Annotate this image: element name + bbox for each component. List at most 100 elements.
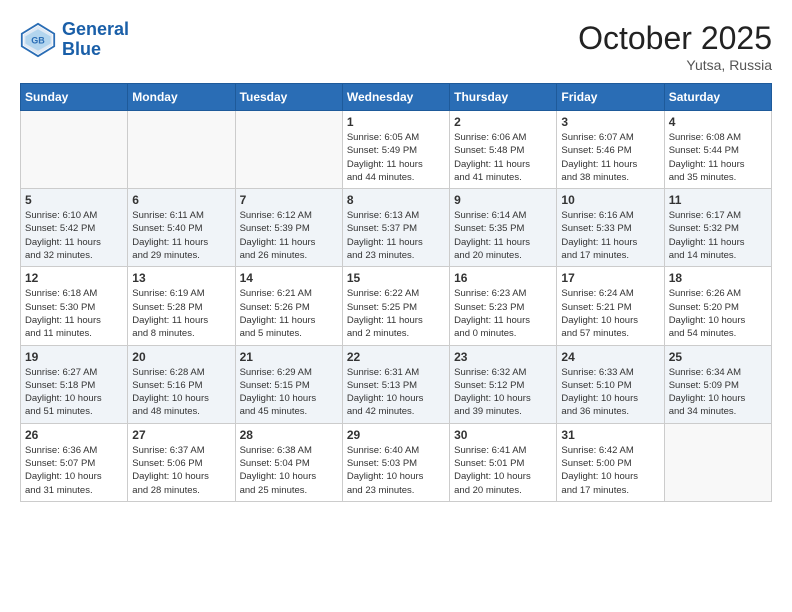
calendar-cell: [21, 111, 128, 189]
calendar-cell: 30Sunrise: 6:41 AM Sunset: 5:01 PM Dayli…: [450, 423, 557, 501]
calendar-cell: 13 Sunrise: 6:19 AM Sunset: 5:28 PM Dayli…: [128, 267, 235, 345]
calendar-cell: 26 Sunrise: 6:36 AM Sunset: 5:07 PM Dayli…: [21, 423, 128, 501]
day-info: Sunrise: 6:17 AM Sunset: 5:32 PM Dayligh…: [669, 209, 767, 262]
calendar-cell: 29 Sunrise: 6:40 AM Sunset: 5:03 PM Dayli…: [342, 423, 449, 501]
calendar-week-row: 12 Sunrise: 6:18 AM Sunset: 5:30 PM Dayli…: [21, 267, 772, 345]
day-number: 2: [454, 115, 552, 129]
calendar-cell: 3 Sunrise: 6:07 AM Sunset: 5:46 PM Daylig…: [557, 111, 664, 189]
calendar-cell: 4 Sunrise: 6:08 AM Sunset: 5:44 PM Daylig…: [664, 111, 771, 189]
weekday-header: Thursday: [450, 84, 557, 111]
calendar-cell: 31 Sunrise: 6:42 AM Sunset: 5:00 PM Dayli…: [557, 423, 664, 501]
calendar-cell: [235, 111, 342, 189]
calendar-cell: 22 Sunrise: 6:31 AM Sunset: 5:13 PM Dayli…: [342, 345, 449, 423]
calendar-cell: 17Sunrise: 6:24 AM Sunset: 5:21 PM Dayli…: [557, 267, 664, 345]
day-number: 25: [669, 350, 767, 364]
day-number: 4: [669, 115, 767, 129]
location: Yutsa, Russia: [578, 57, 772, 73]
weekday-header: Wednesday: [342, 84, 449, 111]
day-number: 19: [25, 350, 123, 364]
logo-icon: GB: [20, 22, 56, 58]
day-info: Sunrise: 6:37 AM Sunset: 5:06 PM Dayligh…: [132, 444, 230, 497]
day-info: Sunrise: 6:22 AM Sunset: 5:25 PM Dayligh…: [347, 287, 445, 340]
calendar-cell: 24 Sunrise: 6:33 AM Sunset: 5:10 PM Dayli…: [557, 345, 664, 423]
day-number: 10: [561, 193, 659, 207]
calendar-cell: 10 Sunrise: 6:16 AM Sunset: 5:33 PM Dayli…: [557, 189, 664, 267]
calendar-cell: 27 Sunrise: 6:37 AM Sunset: 5:06 PM Dayli…: [128, 423, 235, 501]
calendar-cell: 18Sunrise: 6:26 AM Sunset: 5:20 PM Dayli…: [664, 267, 771, 345]
day-info: Sunrise: 6:42 AM Sunset: 5:00 PM Dayligh…: [561, 444, 659, 497]
day-number: 6: [132, 193, 230, 207]
day-number: 1: [347, 115, 445, 129]
day-info: Sunrise: 6:11 AM Sunset: 5:40 PM Dayligh…: [132, 209, 230, 262]
day-info: Sunrise: 6:29 AM Sunset: 5:15 PM Dayligh…: [240, 366, 338, 419]
day-info: Sunrise: 6:14 AM Sunset: 5:35 PM Dayligh…: [454, 209, 552, 262]
day-number: 5: [25, 193, 123, 207]
calendar-week-row: 5 Sunrise: 6:10 AM Sunset: 5:42 PM Daylig…: [21, 189, 772, 267]
day-number: 29: [347, 428, 445, 442]
day-info: Sunrise: 6:19 AM Sunset: 5:28 PM Dayligh…: [132, 287, 230, 340]
calendar-cell: 15 Sunrise: 6:22 AM Sunset: 5:25 PM Dayli…: [342, 267, 449, 345]
day-info: Sunrise: 6:32 AM Sunset: 5:12 PM Dayligh…: [454, 366, 552, 419]
day-info: Sunrise: 6:36 AM Sunset: 5:07 PM Dayligh…: [25, 444, 123, 497]
day-number: 24: [561, 350, 659, 364]
day-number: 22: [347, 350, 445, 364]
logo-line1: General: [62, 19, 129, 39]
day-info: Sunrise: 6:08 AM Sunset: 5:44 PM Dayligh…: [669, 131, 767, 184]
day-number: 26: [25, 428, 123, 442]
calendar-cell: 11 Sunrise: 6:17 AM Sunset: 5:32 PM Dayli…: [664, 189, 771, 267]
day-info: Sunrise: 6:05 AM Sunset: 5:49 PM Dayligh…: [347, 131, 445, 184]
day-info: Sunrise: 6:16 AM Sunset: 5:33 PM Dayligh…: [561, 209, 659, 262]
calendar-cell: 19 Sunrise: 6:27 AM Sunset: 5:18 PM Dayli…: [21, 345, 128, 423]
day-info: Sunrise: 6:26 AM Sunset: 5:20 PM Dayligh…: [669, 287, 767, 340]
day-number: 11: [669, 193, 767, 207]
day-info: Sunrise: 6:23 AM Sunset: 5:23 PM Dayligh…: [454, 287, 552, 340]
logo-text: General Blue: [62, 20, 129, 60]
calendar-cell: 16Sunrise: 6:23 AM Sunset: 5:23 PM Dayli…: [450, 267, 557, 345]
calendar-table: SundayMondayTuesdayWednesdayThursdayFrid…: [20, 83, 772, 502]
logo-line2: Blue: [62, 39, 101, 59]
day-number: 14: [240, 271, 338, 285]
day-number: 7: [240, 193, 338, 207]
day-info: Sunrise: 6:33 AM Sunset: 5:10 PM Dayligh…: [561, 366, 659, 419]
day-number: 9: [454, 193, 552, 207]
calendar-cell: 8 Sunrise: 6:13 AM Sunset: 5:37 PM Daylig…: [342, 189, 449, 267]
calendar-cell: 21Sunrise: 6:29 AM Sunset: 5:15 PM Dayli…: [235, 345, 342, 423]
day-info: Sunrise: 6:13 AM Sunset: 5:37 PM Dayligh…: [347, 209, 445, 262]
weekday-header: Saturday: [664, 84, 771, 111]
calendar-cell: 9 Sunrise: 6:14 AM Sunset: 5:35 PM Daylig…: [450, 189, 557, 267]
page-header: GB General Blue October 2025 Yutsa, Russ…: [20, 20, 772, 73]
day-number: 3: [561, 115, 659, 129]
day-info: Sunrise: 6:12 AM Sunset: 5:39 PM Dayligh…: [240, 209, 338, 262]
day-info: Sunrise: 6:40 AM Sunset: 5:03 PM Dayligh…: [347, 444, 445, 497]
day-info: Sunrise: 6:24 AM Sunset: 5:21 PM Dayligh…: [561, 287, 659, 340]
day-number: 12: [25, 271, 123, 285]
day-number: 23: [454, 350, 552, 364]
calendar-header-row: SundayMondayTuesdayWednesdayThursdayFrid…: [21, 84, 772, 111]
day-info: Sunrise: 6:34 AM Sunset: 5:09 PM Dayligh…: [669, 366, 767, 419]
day-info: Sunrise: 6:06 AM Sunset: 5:48 PM Dayligh…: [454, 131, 552, 184]
weekday-header: Tuesday: [235, 84, 342, 111]
calendar-cell: 2 Sunrise: 6:06 AM Sunset: 5:48 PM Daylig…: [450, 111, 557, 189]
day-info: Sunrise: 6:18 AM Sunset: 5:30 PM Dayligh…: [25, 287, 123, 340]
calendar-cell: 6 Sunrise: 6:11 AM Sunset: 5:40 PM Daylig…: [128, 189, 235, 267]
day-number: 31: [561, 428, 659, 442]
weekday-header: Friday: [557, 84, 664, 111]
day-number: 28: [240, 428, 338, 442]
calendar-cell: 7 Sunrise: 6:12 AM Sunset: 5:39 PM Daylig…: [235, 189, 342, 267]
svg-text:GB: GB: [31, 35, 45, 45]
month-year: October 2025: [578, 20, 772, 57]
day-info: Sunrise: 6:07 AM Sunset: 5:46 PM Dayligh…: [561, 131, 659, 184]
weekday-header: Sunday: [21, 84, 128, 111]
day-info: Sunrise: 6:31 AM Sunset: 5:13 PM Dayligh…: [347, 366, 445, 419]
day-info: Sunrise: 6:21 AM Sunset: 5:26 PM Dayligh…: [240, 287, 338, 340]
day-number: 13: [132, 271, 230, 285]
day-number: 15: [347, 271, 445, 285]
day-info: Sunrise: 6:10 AM Sunset: 5:42 PM Dayligh…: [25, 209, 123, 262]
day-number: 27: [132, 428, 230, 442]
calendar-cell: 28Sunrise: 6:38 AM Sunset: 5:04 PM Dayli…: [235, 423, 342, 501]
day-info: Sunrise: 6:27 AM Sunset: 5:18 PM Dayligh…: [25, 366, 123, 419]
day-number: 8: [347, 193, 445, 207]
calendar-cell: 12 Sunrise: 6:18 AM Sunset: 5:30 PM Dayli…: [21, 267, 128, 345]
calendar-week-row: 1 Sunrise: 6:05 AM Sunset: 5:49 PM Daylig…: [21, 111, 772, 189]
calendar-cell: 1 Sunrise: 6:05 AM Sunset: 5:49 PM Daylig…: [342, 111, 449, 189]
